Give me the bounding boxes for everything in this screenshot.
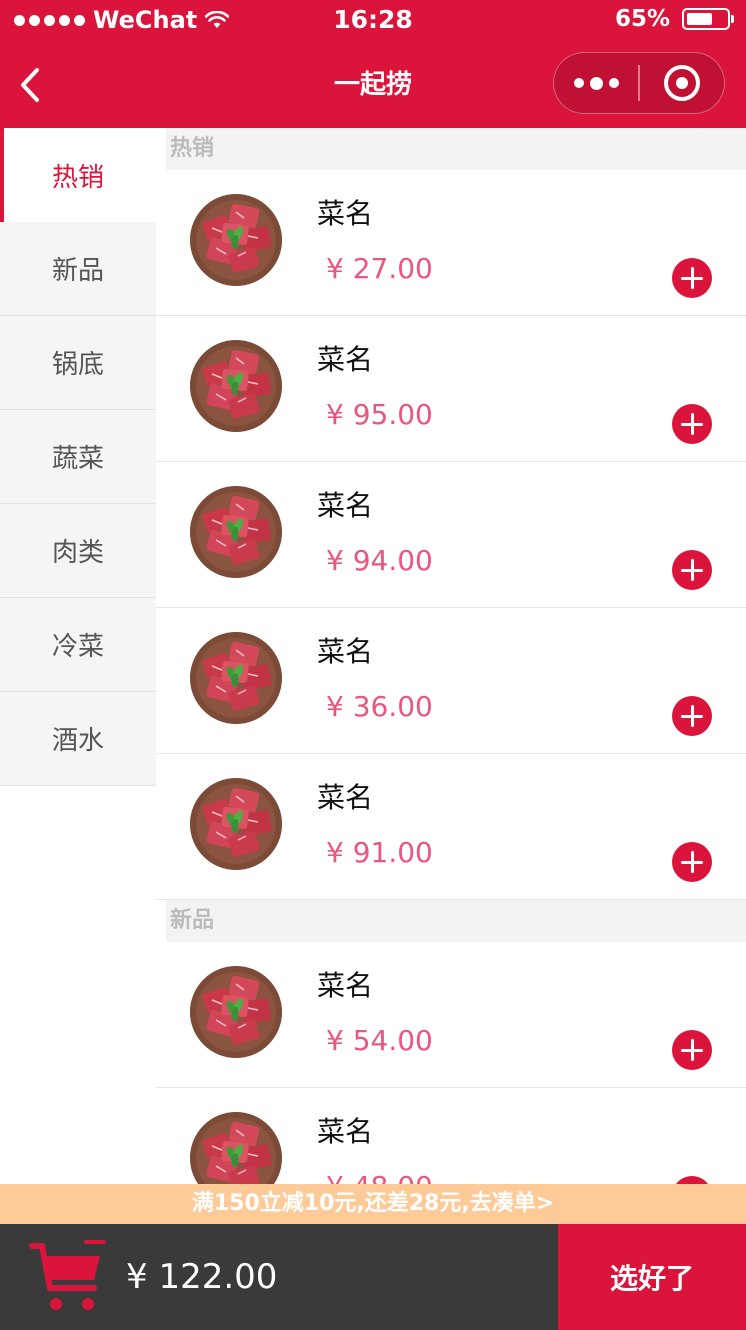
more-dots-icon xyxy=(589,76,603,90)
dish-image xyxy=(190,632,282,724)
dish-name: 菜名 xyxy=(317,489,374,522)
checkout-button[interactable]: 选好了 xyxy=(558,1224,746,1330)
category-label: 锅底 xyxy=(51,350,104,380)
dish-price: ¥ 36.00 xyxy=(326,690,433,723)
dish-name: 菜名 xyxy=(317,343,374,376)
dish-item[interactable]: 菜名 ¥ 48.00 xyxy=(156,1088,746,1184)
add-to-cart-button[interactable] xyxy=(672,842,712,882)
target-ring-icon xyxy=(663,65,700,101)
cart-total: ¥ 122.00 xyxy=(126,1257,278,1297)
section-header: 热销 xyxy=(166,128,746,170)
category-item[interactable]: 酒水 xyxy=(0,692,156,786)
battery-level xyxy=(687,13,712,25)
cart-bar: ¥ 122.00 选好了 xyxy=(0,1224,746,1330)
status-bar: WeChat 16:28 65% xyxy=(0,0,746,40)
dish-item[interactable]: 菜名 ¥ 36.00 xyxy=(156,608,746,754)
category-label: 肉类 xyxy=(51,538,104,568)
dish-name: 菜名 xyxy=(317,781,374,814)
battery-percent: 65% xyxy=(614,6,670,32)
add-to-cart-button[interactable] xyxy=(672,258,712,298)
nav-bar: 一起捞 xyxy=(0,40,746,128)
category-label: 冷菜 xyxy=(51,632,104,662)
promotion-banner[interactable]: 满150立减10元,还差28元,去凑单> xyxy=(0,1184,746,1224)
dish-name: 菜名 xyxy=(317,635,374,668)
category-item[interactable]: 肉类 xyxy=(0,504,156,598)
shopping-cart-icon xyxy=(29,1240,106,1310)
dish-image xyxy=(190,966,282,1058)
dish-price: ¥ 48.00 xyxy=(326,1170,433,1184)
dish-price: ¥ 91.00 xyxy=(326,836,433,869)
dish-price: ¥ 95.00 xyxy=(326,398,433,431)
section-header: 新品 xyxy=(166,900,746,942)
battery-icon xyxy=(682,8,734,30)
dish-name: 菜名 xyxy=(317,197,374,230)
more-button[interactable] xyxy=(554,53,638,113)
dish-price: ¥ 54.00 xyxy=(326,1024,433,1057)
dish-list[interactable]: 热销 菜名 ¥ 27.00 菜名 ¥ 95.00 菜名 ¥ 94.00 菜名 ¥ 36.00 菜名… xyxy=(156,128,746,1184)
category-item[interactable]: 冷菜 xyxy=(0,598,156,692)
category-label: 热销 xyxy=(51,162,104,193)
dish-image xyxy=(190,194,282,286)
category-item[interactable]: 蔬菜 xyxy=(0,410,156,504)
dish-price: ¥ 27.00 xyxy=(326,252,433,285)
dish-name: 菜名 xyxy=(317,1115,374,1148)
category-label: 蔬菜 xyxy=(51,444,104,474)
cart-button[interactable] xyxy=(28,1238,108,1318)
dish-item[interactable]: 菜名 ¥ 95.00 xyxy=(156,316,746,462)
dish-name: 菜名 xyxy=(317,969,374,1002)
add-to-cart-button[interactable] xyxy=(672,696,712,736)
miniprogram-capsule xyxy=(553,52,725,114)
category-label: 酒水 xyxy=(51,726,104,756)
dish-item[interactable]: 菜名 ¥ 27.00 xyxy=(156,170,746,316)
category-item[interactable]: 新品 xyxy=(0,222,156,316)
dish-image xyxy=(190,1112,282,1184)
dish-item[interactable]: 菜名 ¥ 91.00 xyxy=(156,754,746,900)
dish-item[interactable]: 菜名 ¥ 94.00 xyxy=(156,462,746,608)
dish-price: ¥ 94.00 xyxy=(326,544,433,577)
category-label: 新品 xyxy=(51,256,104,286)
close-miniprogram-button[interactable] xyxy=(640,53,724,113)
app-header: WeChat 16:28 65% 一起捞 xyxy=(0,0,746,128)
category-sidebar: 热销新品锅底蔬菜肉类冷菜酒水 xyxy=(0,128,156,786)
add-to-cart-button[interactable] xyxy=(672,1030,712,1070)
category-item[interactable]: 热销 xyxy=(0,128,156,222)
add-to-cart-button[interactable] xyxy=(672,1176,712,1184)
add-to-cart-button[interactable] xyxy=(672,404,712,444)
dish-item[interactable]: 菜名 ¥ 54.00 xyxy=(156,942,746,1088)
dish-image xyxy=(190,340,282,432)
dish-image xyxy=(190,486,282,578)
add-to-cart-button[interactable] xyxy=(672,550,712,590)
category-item[interactable]: 锅底 xyxy=(0,316,156,410)
dish-image xyxy=(190,778,282,870)
battery-status: 65% xyxy=(614,6,734,32)
